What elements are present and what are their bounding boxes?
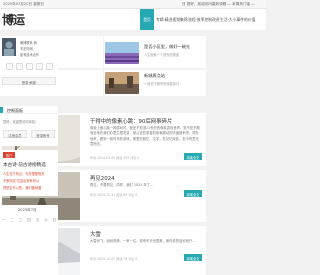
weekday-label: 三 [18, 218, 23, 222]
calendar-title: 2025年7月 [18, 208, 37, 212]
nav-videos[interactable]: 专辑·精选视频集锦 [156, 9, 188, 30]
post-meta: 年份·2024-12-31 阅读 88 评论 0 [90, 193, 138, 197]
post-title[interactable]: 再见2024 [90, 174, 115, 182]
weekday-label: 二 [10, 218, 14, 222]
avatar[interactable] [2, 38, 16, 56]
featured-title[interactable]: 是否小区里，做好一碗光 [144, 44, 190, 50]
featured-thumbnail[interactable] [105, 72, 139, 94]
nav-efficiency[interactable]: 流程·效率控制改进 [188, 9, 220, 30]
featured-snippet: 一场关于城市的深度探讨 [144, 82, 180, 86]
featured-card[interactable]: 新城周点站 一场关于城市的深度探讨 [104, 70, 206, 96]
email-icon[interactable] [36, 63, 43, 70]
featured-snippet: 人生就像一个漫长的旅途 [144, 53, 180, 57]
post-excerpt: 像素上面心跳一种游戏时，我还不知道21世纪的像素游戏世界，是不是不期而至地在我们… [90, 126, 200, 146]
header-accent [0, 107, 3, 113]
widget-title: 控制面板 [7, 108, 23, 113]
post-meta: 年份·2024-12-07 阅读 76 评论 0 [90, 257, 138, 261]
post-excerpt: 再见，不要再见，同样，我们 2024 年了… [90, 183, 154, 187]
user-silhouette-icon [4, 41, 14, 56]
post-excerpt: 大雪纷飞，纷纷扬扬，一来一往，原来冬天也很美，而你说的话也就只… [90, 239, 196, 243]
city-evening-image [105, 72, 139, 94]
post-title[interactable]: 大雪 [90, 230, 101, 238]
hot-title[interactable]: 本古诗·前古诗榜精选 [3, 162, 46, 168]
hot-line: 不断测试·沉淀出来有份公 [3, 179, 40, 183]
logo-text: 博运 [2, 13, 25, 27]
weibo-icon[interactable] [6, 63, 13, 70]
contact-widget: 微博联系·我 不定时间 如有技术合作 登录·刷新 [0, 36, 58, 92]
post-meta: 年份·2024-03-05 阅读 109 评论 0 [90, 156, 140, 160]
contact-line: 微博联系·我 [20, 41, 37, 45]
control-panel-widget: 控制面板 您好，欢迎您访问本站！ 注册会员 登录帐号 [0, 106, 58, 146]
calendar-widget: 2025年7月 一 二 三 四 五 六 日 [0, 205, 58, 275]
register-button[interactable]: 注册会员 [3, 130, 27, 138]
hot-widget: 热门 本古诗·前古诗榜精选 人生在于有点，与好搭配相关 不断测试·沉淀出来有份公… [0, 150, 58, 196]
weekday-label: 六 [44, 218, 48, 222]
top-bar: 2025年07月20日 星期日 日 您好，欢迎访问高效流程 — 本周热门话 — [0, 0, 266, 9]
post-title[interactable]: 干得中的像素心跳：90后网事碎片 [90, 117, 172, 125]
widget-header: 控制面板 [0, 106, 58, 114]
welcome-text: 您好，欢迎您访问本站！ [3, 120, 39, 124]
site-logo[interactable]: 博运 [2, 11, 28, 28]
wechat-icon[interactable] [16, 63, 23, 70]
featured-title[interactable]: 新城周点站 [144, 73, 165, 79]
login-button[interactable]: 登录·刷新 [2, 77, 56, 85]
date-text: 2025年07月20日 星期日 [3, 2, 44, 6]
read-more-button[interactable]: 阅读全文 [184, 190, 202, 197]
read-more-button[interactable]: 阅读全文 [184, 153, 202, 160]
weekday-label: 日 [52, 218, 56, 222]
contact-line: 如有技术合作 [20, 53, 40, 57]
featured-thumbnail[interactable] [105, 42, 139, 64]
contact-line: 不定时间 [20, 47, 33, 51]
weekday-label: 四 [27, 218, 31, 222]
hot-badge: 热门 [3, 152, 15, 158]
featured-card[interactable]: 是否小区里，做好一碗光 人生就像一个漫长的旅途 [104, 36, 206, 68]
rss-icon[interactable] [46, 63, 53, 70]
qq-icon[interactable] [26, 63, 33, 70]
notice-text: 日 您好，欢迎访问高效流程 — 本周热门话 — [182, 2, 255, 6]
lavender-field-image [105, 42, 139, 64]
calendar-weekdays: 一 二 三 四 五 六 日 [2, 217, 56, 223]
hot-line: 把是否可以的，我们做就做 [3, 186, 42, 190]
signin-button[interactable]: 登录帐号 [31, 130, 55, 138]
hot-line: 人生在于有点，与好搭配相关 [3, 172, 45, 176]
weekday-label: 五 [35, 218, 40, 222]
weekday-label: 一 [2, 218, 6, 222]
nav-life[interactable]: 生活·大小事件的价值 [220, 9, 255, 30]
read-more-button[interactable]: 阅读全文 [184, 254, 202, 261]
nav-home[interactable]: 首页 [140, 9, 154, 30]
